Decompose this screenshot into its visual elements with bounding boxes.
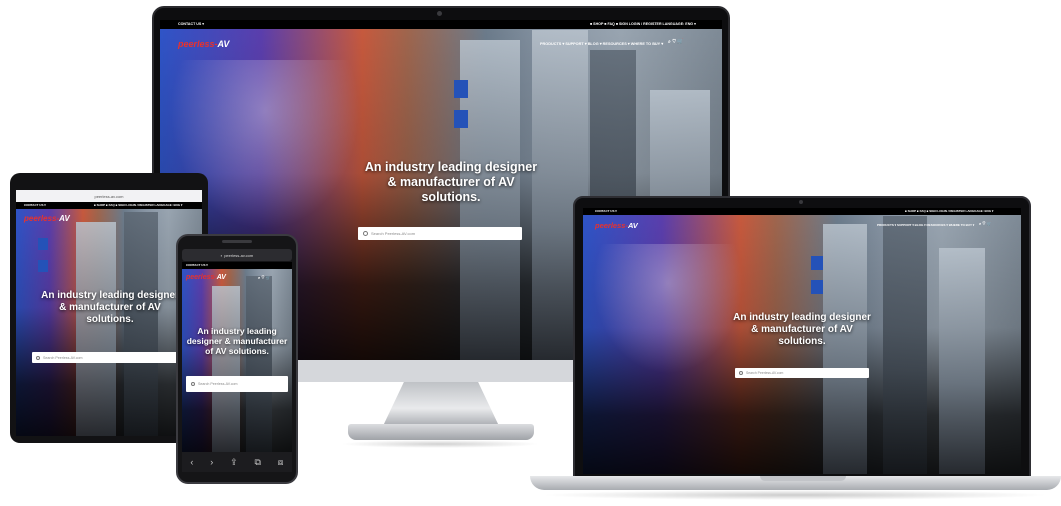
hero-heading: An industry leading designer & manufactu… — [707, 312, 897, 347]
utility-links[interactable]: ■ SHOP ■ FAQ ■ SIGN LOGIN / REGISTER LAN… — [905, 209, 993, 213]
laptop-screen: CONTACT US ▾ ■ SHOP ■ FAQ ■ SIGN LOGIN /… — [583, 208, 1021, 474]
search-icon — [739, 371, 743, 375]
hero-heading: An industry leading designer & manufactu… — [182, 326, 292, 356]
logo-accent: AV — [216, 274, 226, 281]
hero-line: of AV solutions. — [205, 346, 269, 357]
camera-icon — [437, 11, 442, 16]
nav-icons[interactable]: ⌕ ♡ 🛒 — [979, 221, 992, 226]
search-input[interactable]: Search Peerless-AV.com — [735, 368, 869, 378]
building-window — [38, 260, 48, 272]
tablet-screen: CONTACT US ▾ ■ SHOP ■ FAQ ■ SIGN LOGIN /… — [16, 202, 202, 436]
site-logo[interactable]: peerless-AV — [186, 274, 226, 281]
billboard-crowd-image — [593, 244, 743, 374]
hero-line: solutions. — [421, 189, 481, 204]
share-icon[interactable]: ⇪ — [230, 457, 238, 468]
phone-browser-toolbar: ‹ › ⇪ ⧉ ⧈ — [182, 452, 292, 472]
hero-line: An industry leading designer — [733, 312, 871, 323]
search-input[interactable]: Search Peerless-AV.com — [32, 352, 188, 363]
logo-text: peerless- — [24, 214, 60, 223]
building — [76, 222, 116, 436]
monitor-stand-base — [348, 424, 534, 440]
search-input[interactable]: Search Peerless-AV.com — [186, 376, 288, 392]
contact-us-link[interactable]: CONTACT US ▾ — [178, 22, 204, 26]
tabs-icon[interactable]: ⧈ — [278, 457, 284, 468]
forward-icon[interactable]: › — [210, 457, 213, 467]
nav-icons[interactable]: ⌕ ♡ 🛒 — [668, 39, 684, 45]
contact-us-link[interactable]: CONTACT US ▾ — [186, 263, 208, 267]
building — [246, 276, 272, 452]
laptop-opening-notch — [760, 476, 846, 481]
utility-bar: CONTACT US ▾ — [182, 262, 292, 269]
search-icon — [36, 355, 40, 360]
utility-bar: CONTACT US ▾ ■ SHOP ■ FAQ ■ SIGN LOGIN /… — [16, 202, 202, 209]
search-placeholder: Search Peerless-AV.com — [371, 231, 416, 236]
logo-accent: AV — [59, 214, 70, 223]
logo-text: peerless- — [178, 39, 218, 49]
main-nav[interactable]: PRODUCTS ▾ SUPPORT ▾ BLOG ▾ RESOURCES ▾ … — [540, 41, 663, 46]
hero-line: An industry leading — [197, 326, 277, 336]
logo-accent: AV — [627, 221, 638, 230]
logo-text: peerless- — [595, 221, 628, 230]
building — [212, 286, 240, 452]
camera-icon — [799, 200, 803, 204]
building-window — [38, 238, 48, 250]
bookmarks-icon[interactable]: ⧉ — [255, 457, 261, 468]
hero-line: An industry leading designer — [364, 160, 538, 174]
main-nav[interactable]: PRODUCTS ▾ SUPPORT ▾ BLOG ▾ RESOURCES ▾ … — [877, 223, 974, 227]
tablet-address-bar[interactable]: peerless-av.com — [16, 190, 202, 202]
lock-icon: ▪ — [220, 252, 223, 258]
utility-bar: CONTACT US ▾ ■ SHOP ■ FAQ ■ SIGN LOGIN /… — [583, 208, 1021, 215]
back-icon[interactable]: ‹ — [190, 457, 193, 467]
search-input[interactable]: Search Peerless-AV.com — [358, 227, 522, 240]
search-placeholder: Search Peerless-AV.com — [43, 355, 83, 360]
utility-links[interactable]: ■ SHOP ■ FAQ ■ SIGN LOGIN / REGISTER LAN… — [590, 22, 696, 26]
hero-line: & manufacturer of AV — [59, 301, 161, 313]
building-window — [454, 110, 468, 128]
url-text: peerless-av.com — [224, 252, 254, 258]
utility-bar: CONTACT US ▾ ■ SHOP ■ FAQ ■ SIGN LOGIN /… — [160, 20, 722, 29]
hero-line: An industry leading designer — [41, 290, 179, 301]
search-placeholder: Search Peerless-AV.com — [746, 371, 784, 375]
site-logo[interactable]: peerless-AV — [595, 221, 638, 230]
hero-line: & manufacturer of AV — [751, 323, 853, 335]
laptop-shadow — [540, 490, 1050, 500]
phone-screen: CONTACT US ▾ peerless-AV ⌕ ♡ 🛒 An indust… — [182, 262, 292, 452]
search-placeholder: Search Peerless-AV.com — [198, 382, 238, 386]
nav-icons[interactable]: ⌕ ♡ 🛒 — [258, 275, 271, 280]
building — [823, 224, 867, 474]
search-icon — [363, 231, 368, 236]
utility-links[interactable]: ■ SHOP ■ FAQ ■ SIGN LOGIN / REGISTER LAN… — [94, 203, 182, 207]
logo-text: peerless- — [186, 274, 217, 281]
building — [939, 248, 985, 474]
phone-address-bar[interactable]: ▪ peerless-av.com — [182, 249, 292, 261]
hero-line: designer & manufacturer — [186, 336, 288, 347]
monitor-stand-neck — [383, 382, 499, 426]
building-window — [811, 256, 823, 270]
site-logo[interactable]: peerless-AV — [24, 214, 70, 223]
search-icon — [191, 382, 195, 386]
hero-heading: An industry leading designer & manufactu… — [20, 290, 200, 325]
phone-speaker — [222, 240, 252, 243]
contact-us-link[interactable]: CONTACT US ▾ — [24, 203, 46, 207]
hero-line: solutions. — [778, 335, 826, 347]
monitor-shadow — [340, 440, 540, 448]
building-window — [454, 80, 468, 98]
site-logo[interactable]: peerless-AV — [178, 39, 229, 49]
hero-heading: An industry leading designer & manufactu… — [326, 160, 576, 204]
hero-line: & manufacturer of AV — [387, 174, 515, 189]
building-window — [811, 280, 823, 294]
hero-line: solutions. — [86, 313, 134, 325]
url-text: peerless-av.com — [94, 193, 124, 199]
logo-accent: AV — [217, 39, 230, 49]
contact-us-link[interactable]: CONTACT US ▾ — [595, 209, 617, 213]
